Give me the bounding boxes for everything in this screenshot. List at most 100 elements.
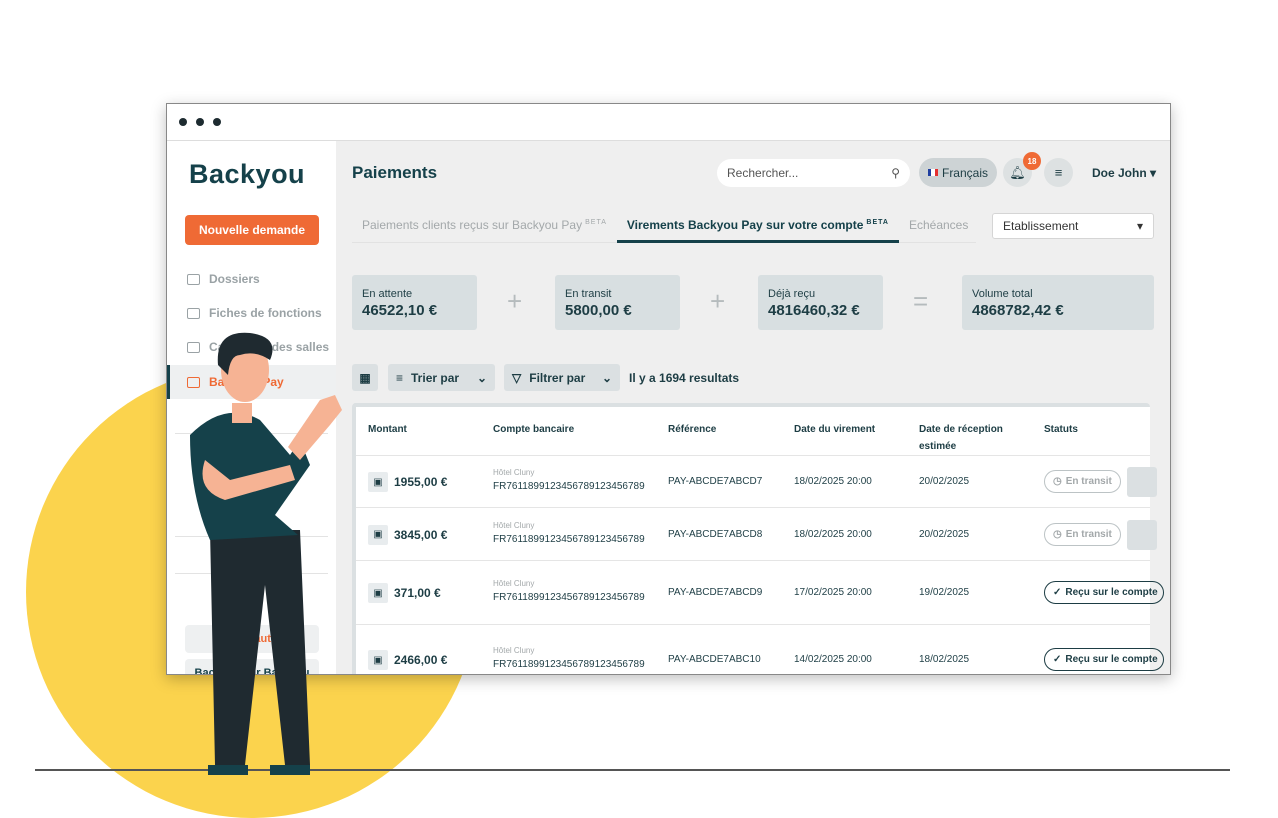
transfer-date: 17/02/2025 20:00 (794, 587, 872, 598)
checklist-icon: ≡ (1054, 165, 1063, 180)
iban: FR7611899123456789123456789 (493, 533, 645, 545)
language-button[interactable]: Français (919, 158, 997, 187)
tab-echeances[interactable]: Echéances (899, 213, 978, 243)
flag-fr-icon (927, 169, 938, 176)
table-row[interactable]: ▣ 1955,00 € Hôtel Cluny FR76118991234567… (356, 455, 1157, 507)
amount: 3845,00 € (394, 527, 448, 542)
iban: FR7611899123456789123456789 (493, 592, 645, 603)
column-header[interactable]: Montant (368, 421, 407, 438)
column-header[interactable]: Référence (668, 421, 716, 438)
sidebar-item-dossiers[interactable]: Dossiers (167, 262, 336, 296)
logo[interactable]: Backyou (189, 157, 306, 190)
caret-down-icon: ▾ (1136, 219, 1143, 233)
filter-button[interactable]: ▽ Filtrer par ⌄ (504, 364, 620, 391)
sort-icon: ≡ (396, 370, 404, 385)
sidebar-item-label: Dossiers (209, 272, 260, 286)
check-circle-icon: ✓ (1053, 654, 1062, 665)
receipt-icon[interactable]: ▣ (368, 583, 388, 603)
status-badge: ✓ Reçu sur le compte (1044, 581, 1164, 604)
clock-icon: ◷ (1053, 528, 1062, 540)
search-icon[interactable]: ⚲ (891, 166, 900, 180)
bell-icon: 🔔︎ (1009, 164, 1026, 180)
sort-button[interactable]: ≡ Trier par ⌄ (388, 364, 495, 391)
chevron-down-icon: ⌄ (601, 370, 612, 385)
reference: PAY-ABCDE7ABC10 (668, 654, 761, 665)
beta-badge: BETA (585, 219, 607, 226)
establishment-select[interactable]: Etablissement ▾ (992, 213, 1154, 239)
summary-card-received: Déjà reçu 4816460,32 € (758, 275, 883, 330)
column-header[interactable]: Statuts (1044, 421, 1078, 438)
transfer-date: 18/02/2025 20:00 (794, 476, 872, 487)
clock-icon: ◷ (1053, 476, 1062, 487)
notification-badge: 18 (1023, 152, 1041, 170)
window-dot (213, 118, 221, 126)
table-row[interactable]: ▣ 371,00 € Hôtel Cluny FR761189912345678… (356, 560, 1164, 624)
chevron-down-icon: ⌄ (476, 370, 487, 385)
filter-icon: ▽ (512, 370, 522, 385)
hotel-name: Hôtel Cluny (493, 579, 535, 588)
transfer-date: 18/02/2025 20:00 (794, 528, 872, 540)
row-action-button[interactable] (1127, 467, 1157, 497)
status-badge: ✓ Reçu sur le compte (1044, 648, 1164, 671)
estimated-date: 20/02/2025 (919, 476, 970, 487)
estimated-date: 20/02/2025 (919, 528, 970, 540)
estimated-date: 19/02/2025 (919, 587, 970, 598)
excel-file-icon: ▦ (359, 370, 371, 385)
column-header[interactable]: Date de réception estimée (919, 421, 1014, 455)
tasks-button[interactable]: ≡ (1044, 158, 1073, 187)
search-placeholder: Rechercher... (727, 166, 799, 180)
status-badge: ◷ En transit (1044, 522, 1121, 546)
sidebar-item-label: Fiches de fonctions (209, 306, 322, 320)
hotel-name: Hôtel Cluny (493, 468, 535, 477)
plus-operator: + (710, 286, 726, 316)
transfer-date: 14/02/2025 20:00 (794, 654, 872, 665)
summary-card-pending: En attente 46522,10 € (352, 275, 477, 330)
select-value: Etablissement (1003, 219, 1079, 233)
logo-text: Backyou (189, 159, 306, 189)
table-row[interactable]: ▣ 2466,00 € Hôtel Cluny FR76118991234567… (356, 624, 1164, 674)
plus-operator: + (507, 286, 523, 316)
main-content: Paiements Rechercher... ⚲ Français 🔔︎ 18 … (336, 141, 1170, 674)
hotel-name: Hôtel Cluny (493, 520, 535, 530)
character-illustration (190, 332, 342, 775)
receipt-icon[interactable]: ▣ (368, 650, 388, 670)
check-circle-icon: ✓ (1053, 587, 1062, 598)
status-badge: ◷ En transit (1044, 470, 1121, 493)
new-request-button[interactable]: Nouvelle demande (185, 215, 319, 245)
equals-operator: = (913, 286, 929, 316)
summary-card-total: Volume total 4868782,42 € (962, 275, 1154, 330)
caret-down-icon: ▾ (1150, 166, 1157, 180)
window-titlebar (167, 104, 1170, 141)
estimated-date: 18/02/2025 (919, 654, 970, 665)
beta-badge: BETA (866, 219, 889, 226)
reference: PAY-ABCDE7ABCD9 (668, 587, 763, 598)
iban: FR7611899123456789123456789 (493, 659, 645, 670)
column-header[interactable]: Date du virement (794, 421, 875, 438)
amount: 371,00 € (394, 586, 441, 600)
amount: 1955,00 € (394, 475, 448, 489)
results-count: Il y a 1694 resultats (629, 371, 740, 385)
user-name: Doe John (1092, 166, 1147, 180)
window-dot (196, 118, 204, 126)
folder-icon (187, 273, 200, 285)
receipt-icon[interactable]: ▣ (368, 524, 388, 545)
user-menu[interactable]: Doe John ▾ (1092, 166, 1156, 180)
row-action-button[interactable] (1127, 519, 1157, 550)
amount: 2466,00 € (394, 653, 448, 667)
summary-card-transit: En transit 5800,00 € (555, 275, 680, 330)
payments-table: Montant Compte bancaire Référence Date d… (352, 403, 1164, 674)
reference: PAY-ABCDE7ABCD7 (668, 476, 763, 487)
tab-transfers[interactable]: Virements Backyou Pay sur votre compte BE… (616, 213, 899, 243)
reference: PAY-ABCDE7ABCD8 (668, 528, 763, 540)
language-label: Français (941, 165, 988, 180)
documents-icon (187, 307, 200, 319)
hotel-name: Hôtel Cluny (493, 646, 535, 655)
receipt-icon[interactable]: ▣ (368, 472, 388, 492)
window-dot (179, 118, 187, 126)
table-row[interactable]: ▣ 3845,00 € Hôtel Cluny FR76118991234567… (356, 507, 1157, 560)
iban: FR7611899123456789123456789 (493, 481, 645, 492)
search-input[interactable]: Rechercher... ⚲ (717, 159, 910, 187)
tabs: Paiements clients reçus sur Backyou Pay B… (352, 213, 976, 243)
tab-client-payments[interactable]: Paiements clients reçus sur Backyou Pay B… (352, 213, 617, 243)
column-header[interactable]: Compte bancaire (493, 421, 574, 438)
